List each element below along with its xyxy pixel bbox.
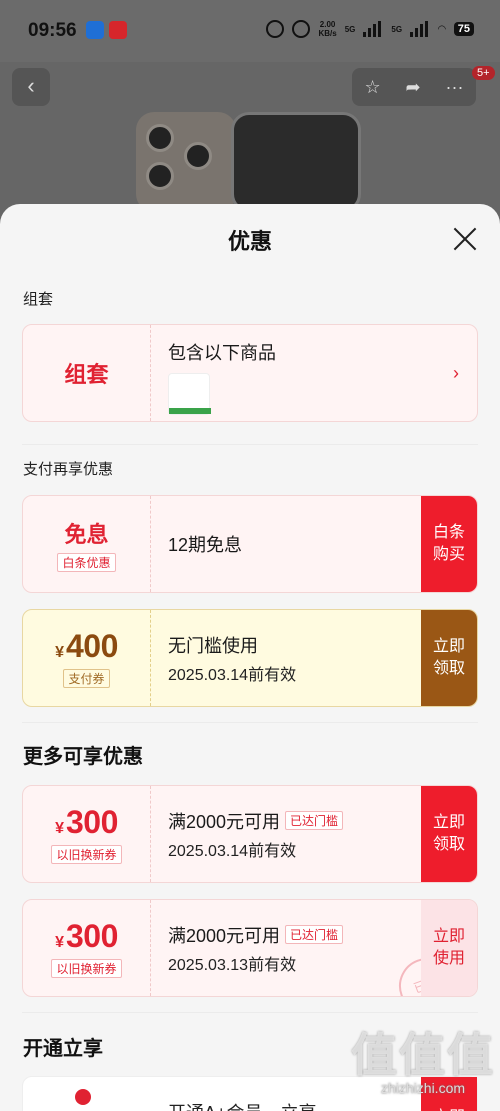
bundle-body: 包含以下商品 — [168, 325, 276, 421]
star-icon[interactable]: ☆ — [364, 77, 380, 98]
interest-free-card: 免息 白条优惠 12期免息 白条 购买 — [22, 495, 478, 593]
phone-front-image — [231, 112, 361, 212]
alarm-icon — [266, 20, 285, 38]
payment-coupon-body: 无门槛使用 2025.03.14前有效 — [168, 610, 296, 706]
camera-lens — [146, 162, 174, 190]
interest-free-left: 免息 白条优惠 — [23, 496, 151, 592]
payment-coupon-left: ¥ 400 支付券 — [23, 610, 151, 706]
coupon-amount: ¥ 400 — [55, 628, 118, 664]
app-notification-icon — [109, 21, 127, 39]
app-notification-icon — [86, 21, 104, 39]
interest-free-text: 12期免息 — [168, 535, 243, 555]
coupon-valid: 2025.03.13前有效 — [168, 956, 297, 974]
coupon-valid: 2025.03.14前有效 — [168, 666, 297, 684]
signal-5g-icon: 5G — [391, 24, 403, 34]
threshold-tag: 已达门槛 — [285, 925, 344, 944]
trade-in-coupon-left: ¥ 300 以旧换新券 — [23, 786, 151, 882]
phone-back-image — [136, 112, 236, 212]
coupon-amount: ¥ 300 — [55, 918, 118, 954]
claim-coupon-button[interactable]: 立即 领取 — [421, 786, 477, 882]
section-label-more: 更多可享优惠 — [23, 746, 143, 768]
coupon-text: 满2000元可用 已达门槛 — [168, 922, 344, 948]
baitiao-buy-button[interactable]: 白条 购买 — [421, 496, 477, 592]
status-indicators: 2.00 KB/s 5G 5G ◠ 75 — [266, 20, 474, 38]
more-icon[interactable]: ··· — [446, 77, 464, 98]
wifi-icon: ◠ — [438, 23, 446, 35]
back-button[interactable]: ‹ — [12, 68, 50, 106]
camera-lens — [146, 124, 174, 152]
header-actions: ☆ ➦ ··· — [352, 68, 476, 106]
interest-free-body: 12期免息 — [168, 496, 242, 592]
coupon-tag: 支付券 — [63, 669, 110, 688]
interest-free-title: 免息 — [64, 521, 109, 547]
coupon-text: 无门槛使用 — [168, 635, 258, 656]
coupon-amount: ¥ 300 — [55, 804, 118, 840]
chevron-right-icon[interactable]: › — [453, 363, 459, 384]
coupon-text: 满2000元可用 已达门槛 — [168, 808, 344, 834]
trade-in-coupon-card: ¥ 300 以旧换新券 满2000元可用 已达门槛 2025.03.14前有效 … — [22, 785, 478, 883]
bundle-title: 组套 — [64, 362, 109, 387]
watermark-logo: 值值值 — [351, 1029, 495, 1081]
product-image — [136, 112, 366, 212]
claim-coupon-button[interactable]: 立即 领取 — [421, 610, 477, 706]
divider — [22, 1012, 478, 1013]
coupon-tag: 以旧换新券 — [51, 845, 122, 864]
coupon-valid: 2025.03.14前有效 — [168, 842, 297, 860]
interest-free-tag: 白条优惠 — [57, 552, 116, 572]
bundle-text: 包含以下商品 — [168, 343, 276, 363]
status-bar: 09:56 2.00 KB/s 5G 5G ◠ 75 — [0, 0, 500, 62]
network-speed: 2.00 KB/s — [318, 20, 337, 38]
product-thumbnail[interactable] — [168, 373, 211, 415]
watermark-url: zhizhizhi.com — [380, 1080, 466, 1096]
section-label-bundle: 组套 — [23, 291, 54, 308]
camera-lens — [184, 142, 212, 170]
bundle-card[interactable]: 组套 包含以下商品 › — [22, 324, 478, 422]
trade-in-coupon-body: 满2000元可用 已达门槛 2025.03.13前有效 — [168, 900, 344, 996]
vip-icon — [75, 1089, 91, 1105]
signal-bars-icon — [410, 21, 430, 37]
section-label-vip: 开通立享 — [23, 1038, 103, 1060]
offers-sheet: 优惠 组套 组套 包含以下商品 › 支付再享优惠 免息 白条优惠 12期免息 白… — [0, 204, 500, 1111]
divider — [22, 444, 478, 445]
coupon-tag: 以旧换新券 — [51, 959, 122, 978]
close-icon[interactable] — [452, 226, 478, 252]
status-time: 09:56 — [28, 20, 77, 41]
vip-text: 开通A+会员，立享 — [168, 1099, 317, 1111]
trade-in-coupon-card: ¥ 300 以旧换新券 满2000元可用 已达门槛 2025.03.13前有效 … — [22, 899, 478, 997]
battery-icon: 75 — [453, 22, 474, 36]
signal-5g-icon: 5G — [344, 24, 356, 34]
message-badge: 5+ — [472, 66, 495, 80]
share-icon[interactable]: ➦ — [406, 77, 421, 98]
divider — [22, 722, 478, 723]
payment-coupon-card: ¥ 400 支付券 无门槛使用 2025.03.14前有效 立即 领取 — [22, 609, 478, 707]
use-coupon-button[interactable]: 立即 使用 — [421, 900, 477, 996]
signal-bars-icon — [363, 21, 383, 37]
chevron-left-icon: ‹ — [27, 73, 35, 98]
mute-icon — [292, 20, 311, 38]
section-label-payment: 支付再享优惠 — [23, 461, 114, 478]
sheet-title: 优惠 — [227, 229, 272, 254]
threshold-tag: 已达门槛 — [285, 811, 344, 830]
bundle-card-left: 组套 — [23, 325, 151, 421]
trade-in-coupon-left: ¥ 300 以旧换新券 — [23, 900, 151, 996]
site-watermark: 值值值 zhizhizhi.com — [348, 1030, 498, 1108]
trade-in-coupon-body: 满2000元可用 已达门槛 2025.03.14前有效 — [168, 786, 344, 882]
